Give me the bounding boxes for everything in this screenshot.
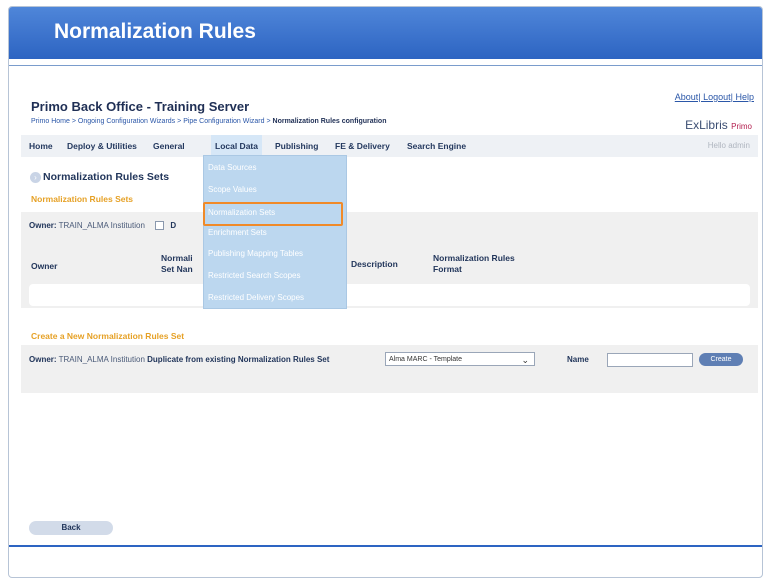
create-owner-value: TRAIN_ALMA Institution — [58, 355, 145, 364]
nav-publishing[interactable]: Publishing — [271, 135, 322, 157]
breadcrumb-separator: > — [266, 118, 271, 125]
app-title: Primo Back Office - Training Server — [31, 99, 250, 114]
column-header-owner: Owner — [31, 261, 58, 271]
breadcrumb-separator: > — [71, 118, 76, 125]
filter-checkbox[interactable] — [155, 221, 165, 231]
column-header-format-2: Format — [433, 264, 462, 274]
breadcrumb-link-pipe-wizard[interactable]: Pipe Configuration Wizard — [183, 118, 264, 125]
column-header-set-name-1: Normali — [161, 253, 193, 263]
menu-item-restricted-search-scopes[interactable]: Restricted Search Scopes — [208, 271, 301, 280]
menu-item-data-sources[interactable]: Data Sources — [208, 163, 256, 172]
nav-local-data[interactable]: Local Data — [211, 135, 262, 157]
slide-frame: Normalization Rules Primo Back Office - … — [8, 6, 763, 578]
owner-value: TRAIN_ALMA Institution — [58, 221, 145, 230]
brand-name: ExLibris — [685, 118, 728, 132]
create-owner-row: Owner: TRAIN_ALMA Institution Duplicate … — [29, 355, 329, 364]
menu-item-publishing-mapping-tables[interactable]: Publishing Mapping Tables — [208, 249, 303, 258]
menu-item-enrichment-sets[interactable]: Enrichment Sets — [208, 228, 267, 237]
nav-fe-delivery[interactable]: FE & Delivery — [331, 135, 394, 157]
name-label: Name — [567, 355, 589, 364]
menu-item-restricted-delivery-scopes[interactable]: Restricted Delivery Scopes — [208, 293, 304, 302]
hello-user: Hello admin — [707, 141, 750, 150]
duplicate-label: Duplicate from existing Normalization Ru… — [147, 355, 330, 364]
create-owner-label: Owner: — [29, 355, 57, 364]
breadcrumb: Primo Home > Ongoing Configuration Wizar… — [31, 118, 386, 125]
owner-filter-row: Owner: TRAIN_ALMA Institution D — [29, 221, 177, 231]
checkbox-label: D — [170, 221, 177, 230]
back-button[interactable]: Back — [29, 521, 113, 535]
chevron-right-icon: › — [30, 172, 41, 183]
main-nav: Home Deploy & Utilities General Local Da… — [21, 135, 758, 157]
breadcrumb-current: Normalization Rules configuration — [272, 118, 387, 125]
divider — [9, 65, 762, 66]
breadcrumb-separator: > — [177, 118, 182, 125]
owner-label: Owner: — [29, 221, 57, 230]
column-header-format-1: Normalization Rules — [433, 253, 515, 263]
bottom-divider — [9, 545, 762, 547]
create-section-title: Create a New Normalization Rules Set — [31, 331, 185, 341]
chevron-down-icon: ⌄ — [521, 355, 529, 365]
column-header-description: Description — [351, 259, 398, 269]
section-subtitle: Normalization Rules Sets — [31, 194, 134, 204]
column-header-set-name-2: Set Nan — [161, 264, 193, 274]
breadcrumb-link-primo-home[interactable]: Primo Home — [31, 118, 70, 125]
table-body — [29, 284, 750, 306]
nav-general[interactable]: General — [149, 135, 189, 157]
local-data-dropdown: Data Sources Scope Values Normalization … — [203, 155, 347, 309]
menu-item-normalization-sets[interactable]: Normalization Sets — [203, 202, 343, 226]
breadcrumb-link-ongoing-wizards[interactable]: Ongoing Configuration Wizards — [78, 118, 175, 125]
slide-banner: Normalization Rules — [9, 7, 762, 59]
duplicate-template-value: Alma MARC - Template — [389, 356, 463, 363]
section-title: Normalization Rules Sets — [43, 171, 170, 183]
nav-home[interactable]: Home — [25, 135, 57, 157]
create-button[interactable]: Create — [699, 353, 743, 366]
name-input[interactable] — [607, 353, 693, 367]
duplicate-template-select[interactable]: Alma MARC - Template ⌄ — [385, 352, 535, 366]
menu-item-normalization-sets-label: Normalization Sets — [208, 208, 276, 217]
slide-title: Normalization Rules — [54, 20, 256, 43]
exlibris-logo: ExLibris Primo — [685, 118, 752, 132]
nav-search-engine[interactable]: Search Engine — [403, 135, 470, 157]
back-office-app: Primo Back Office - Training Server Abou… — [21, 69, 758, 541]
menu-item-scope-values[interactable]: Scope Values — [208, 185, 257, 194]
brand-product: Primo — [731, 122, 752, 131]
nav-deploy-utilities[interactable]: Deploy & Utilities — [63, 135, 141, 157]
top-links[interactable]: About| Logout| Help — [675, 92, 754, 102]
